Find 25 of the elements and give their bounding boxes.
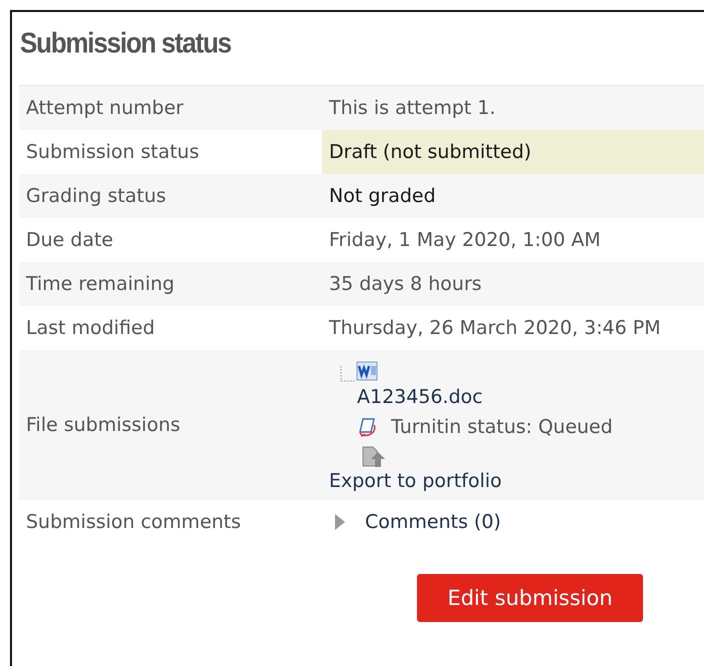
row-value: Thursday, 26 March 2020, 3:46 PM xyxy=(329,317,661,339)
row-label: Due date xyxy=(26,229,114,251)
export-icon[interactable] xyxy=(361,444,387,468)
row-value: 35 days 8 hours xyxy=(329,273,482,295)
section-title: Submission status xyxy=(19,25,232,62)
turnitin-status: Turnitin status: Queued xyxy=(391,416,613,438)
tree-line-icon xyxy=(340,366,356,382)
row-label: Last modified xyxy=(26,317,155,339)
row-value: Draft (not submitted) xyxy=(329,141,532,163)
row-value: Friday, 1 May 2020, 1:00 AM xyxy=(329,229,601,251)
row-label: Grading status xyxy=(26,185,166,207)
expand-arrow-icon[interactable] xyxy=(335,514,345,530)
file-link[interactable]: A123456.doc xyxy=(357,386,483,408)
comments-link[interactable]: Comments (0) xyxy=(365,511,501,533)
turnitin-icon xyxy=(357,416,377,438)
row-label: File submissions xyxy=(26,414,180,436)
row-label: Submission status xyxy=(26,141,200,163)
row-value: Not graded xyxy=(329,185,436,207)
row-label: Submission comments xyxy=(26,511,241,533)
document-icon xyxy=(356,360,378,382)
row-label: Attempt number xyxy=(26,97,184,119)
edit-submission-button[interactable]: Edit submission xyxy=(417,574,643,622)
export-link[interactable]: Export to portfolio xyxy=(329,470,502,492)
row-label: Time remaining xyxy=(26,273,174,295)
row-value: This is attempt 1. xyxy=(329,97,496,119)
